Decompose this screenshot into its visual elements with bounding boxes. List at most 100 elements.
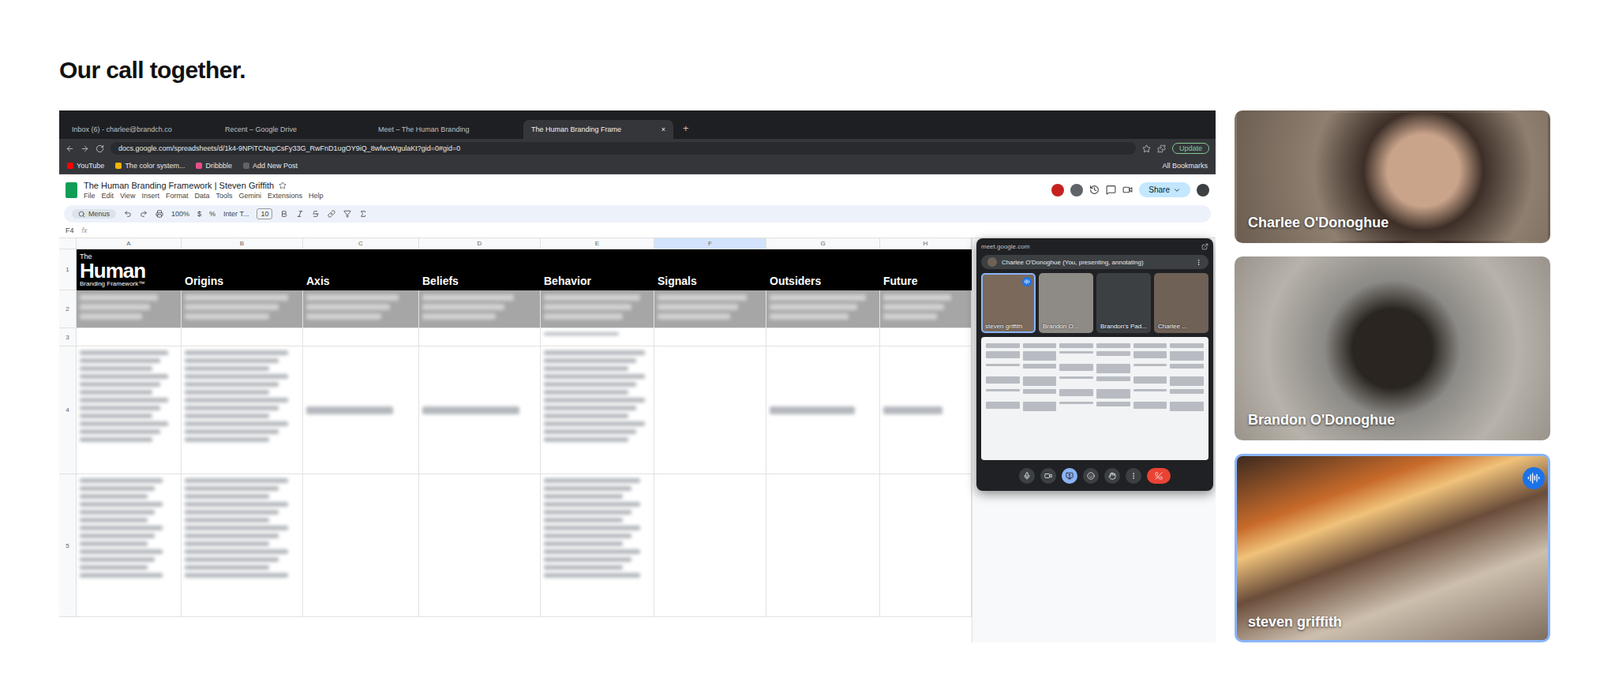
- row-number[interactable]: 5: [59, 474, 77, 618]
- leave-call-button[interactable]: [1146, 468, 1171, 484]
- bookmark[interactable]: Dribbble: [195, 161, 233, 170]
- reaction-button[interactable]: [1082, 468, 1099, 484]
- meet-icon[interactable]: [1122, 184, 1133, 195]
- column-letter[interactable]: E: [540, 238, 655, 250]
- browser-tab[interactable]: Inbox (6) - charlee@brandch.co: [63, 119, 214, 139]
- popup-tile[interactable]: Brandon's Pad...: [1096, 273, 1151, 334]
- participant-tile[interactable]: Brandon O'Donoghue: [1234, 256, 1551, 441]
- zoom-select[interactable]: 100%: [171, 209, 190, 218]
- sheet-cell[interactable]: [76, 346, 182, 475]
- sheet-cell[interactable]: [766, 328, 881, 347]
- share-button[interactable]: Share: [1139, 182, 1191, 198]
- currency-button[interactable]: $: [197, 209, 202, 218]
- menu-item[interactable]: Tools: [215, 191, 233, 200]
- mic-button[interactable]: [1019, 468, 1035, 484]
- strikethrough-icon[interactable]: [311, 209, 320, 218]
- bookmark[interactable]: YouTube: [67, 161, 105, 170]
- column-letter[interactable]: B: [181, 238, 304, 250]
- sheet-cell[interactable]: [303, 328, 420, 347]
- url-field[interactable]: docs.google.com/spreadsheets/d/1k4-9NPiT…: [110, 142, 1136, 155]
- sheet-cell[interactable]: [181, 328, 304, 347]
- popup-tile[interactable]: Charlee ...: [1154, 273, 1209, 334]
- more-options-button[interactable]: [1125, 468, 1142, 484]
- column-header[interactable]: Outsiders: [766, 249, 881, 291]
- percent-button[interactable]: %: [209, 209, 216, 218]
- menu-item[interactable]: Extensions: [267, 191, 303, 200]
- menu-item[interactable]: Gemini: [238, 191, 262, 200]
- sheet-cell[interactable]: [303, 474, 420, 618]
- functions-icon[interactable]: [359, 209, 368, 218]
- sheet-cell[interactable]: [181, 474, 304, 618]
- column-header[interactable]: Beliefs: [419, 249, 541, 291]
- font-select[interactable]: Inter T...: [223, 209, 249, 218]
- sheet-cell[interactable]: [540, 346, 655, 475]
- all-bookmarks[interactable]: All Bookmarks: [1161, 161, 1208, 170]
- column-letter[interactable]: H: [880, 238, 972, 250]
- font-size-field[interactable]: 10: [256, 208, 273, 220]
- sheet-cell[interactable]: [766, 474, 881, 618]
- row-number[interactable]: 3: [59, 328, 77, 347]
- close-tab-button[interactable]: ×: [661, 125, 666, 134]
- browser-tab[interactable]: Recent – Google Drive: [217, 119, 368, 139]
- menu-item[interactable]: Edit: [101, 191, 115, 200]
- column-letter[interactable]: A: [76, 238, 182, 250]
- browser-tab[interactable]: The Human Branding Frame×: [523, 119, 674, 139]
- print-icon[interactable]: [155, 209, 164, 218]
- sheet-cell[interactable]: [766, 290, 881, 329]
- cell-reference[interactable]: F4: [65, 226, 75, 235]
- redo-icon[interactable]: [139, 209, 148, 218]
- forward-icon[interactable]: [80, 144, 90, 154]
- participant-tile[interactable]: steven griffith: [1234, 453, 1551, 643]
- collaborator-avatar[interactable]: [1051, 183, 1065, 197]
- sheet-cell[interactable]: [766, 346, 881, 475]
- sheet-cell[interactable]: [880, 328, 972, 347]
- sheet-cell[interactable]: [419, 290, 541, 329]
- sheet-cell[interactable]: [303, 290, 420, 329]
- sheet-cell[interactable]: [76, 474, 182, 618]
- menu-item[interactable]: File: [83, 191, 96, 200]
- camera-button[interactable]: [1040, 468, 1057, 484]
- sheet-cell[interactable]: [540, 328, 655, 347]
- menu-item[interactable]: View: [119, 191, 135, 200]
- sheet-title[interactable]: The Human Branding Framework | Steven Gr…: [83, 180, 324, 191]
- back-icon[interactable]: [65, 144, 75, 154]
- star-icon[interactable]: [278, 181, 287, 190]
- italic-icon[interactable]: [296, 209, 304, 218]
- open-external-icon[interactable]: [1201, 243, 1209, 251]
- reload-icon[interactable]: [95, 144, 105, 154]
- row-number[interactable]: 1: [59, 249, 77, 291]
- column-header[interactable]: Signals: [654, 249, 767, 291]
- popup-tile[interactable]: steven griffith: [981, 273, 1036, 334]
- column-letter[interactable]: G: [766, 238, 881, 250]
- sheet-cell[interactable]: [419, 328, 541, 347]
- account-avatar[interactable]: [1196, 183, 1210, 197]
- history-icon[interactable]: [1089, 184, 1100, 195]
- sheet-cell[interactable]: [654, 328, 767, 347]
- column-letter[interactable]: C: [303, 238, 420, 250]
- filter-icon[interactable]: [343, 209, 352, 218]
- sheet-cell[interactable]: [76, 290, 182, 329]
- row-number[interactable]: 4: [59, 346, 77, 475]
- sheet-cell[interactable]: [880, 474, 972, 618]
- menu-item[interactable]: Format: [165, 191, 189, 200]
- collaborator-avatar[interactable]: [1070, 183, 1083, 197]
- sheet-cell[interactable]: [419, 474, 541, 618]
- chevron-down-icon[interactable]: [1172, 186, 1181, 195]
- extensions-icon[interactable]: [1157, 144, 1166, 154]
- present-button[interactable]: [1061, 468, 1078, 484]
- sheet-cell[interactable]: [654, 474, 767, 618]
- bookmark[interactable]: The color system...: [115, 161, 185, 170]
- menu-item[interactable]: Data: [194, 191, 210, 200]
- row-number[interactable]: 2: [59, 290, 77, 329]
- more-icon[interactable]: [1195, 258, 1203, 267]
- sheet-cell[interactable]: [880, 346, 972, 475]
- column-header[interactable]: Behavior: [540, 249, 655, 291]
- link-icon[interactable]: [327, 209, 336, 218]
- sheet-cell[interactable]: [76, 328, 182, 347]
- menu-search[interactable]: Menus: [71, 209, 117, 219]
- sheet-cell[interactable]: [654, 290, 767, 329]
- popup-tile[interactable]: Brandon O...: [1038, 273, 1094, 334]
- new-tab-button[interactable]: +: [676, 122, 696, 139]
- bold-icon[interactable]: [280, 209, 289, 218]
- undo-icon[interactable]: [123, 209, 132, 218]
